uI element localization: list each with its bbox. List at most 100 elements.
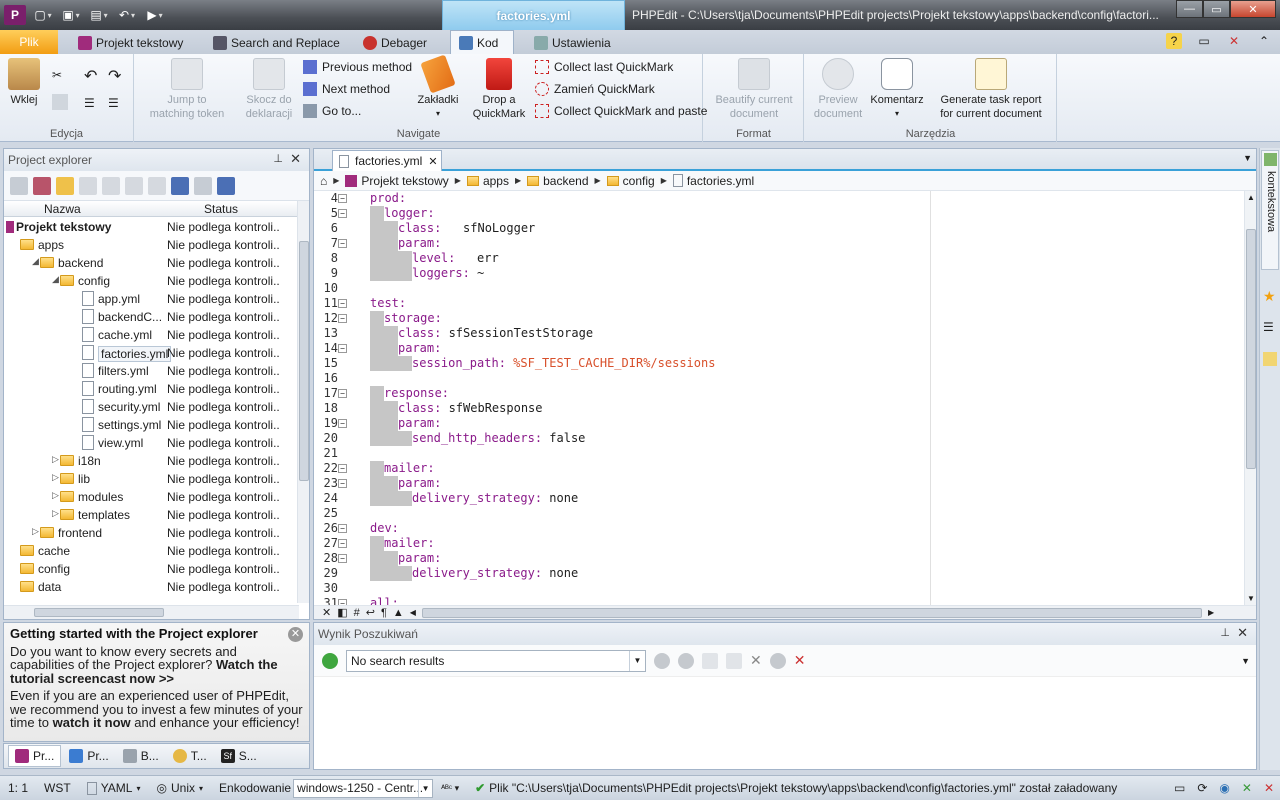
tab-search-replace[interactable]: Search and Replace — [205, 32, 348, 54]
breadcrumb-separator-icon[interactable]: ▶ — [661, 176, 667, 185]
document-tab-factories[interactable]: factories.yml ✕ — [332, 150, 442, 171]
keyboard-icon[interactable]: ▭ — [1174, 781, 1185, 795]
collapse-ribbon-icon[interactable]: ⌃ — [1256, 33, 1272, 49]
paste-button[interactable]: Wklej — [6, 58, 42, 107]
read-only-icon[interactable]: ▲ — [393, 607, 404, 619]
close-tip-icon[interactable]: ✕ — [288, 627, 303, 642]
scroll-down-icon[interactable]: ▼ — [1247, 594, 1255, 603]
tab-debugger[interactable]: Debager — [355, 32, 435, 54]
tree-vertical-scrollbar[interactable] — [297, 201, 309, 603]
encoding-select[interactable]: windows-1250 - Centr... ▼ — [293, 778, 434, 798]
new-project-icon[interactable] — [10, 176, 28, 195]
column-status[interactable]: Status — [204, 202, 238, 216]
tree-row[interactable]: ▷ frontend Nie podlega kontroli... — [4, 524, 299, 542]
tab-project-2[interactable]: Pr... — [63, 745, 114, 767]
tab-project[interactable]: Projekt tekstowy — [70, 32, 191, 54]
properties-icon[interactable] — [79, 176, 97, 195]
breadcrumb-separator-icon[interactable]: ▶ — [595, 176, 601, 185]
run-icon[interactable]: ▶ ▾ — [144, 5, 166, 25]
tab-database[interactable]: B... — [117, 745, 165, 767]
tree-collapse-icon[interactable] — [726, 652, 742, 669]
tree-row[interactable]: config Nie podlega kontroli... — [4, 560, 299, 578]
pin-icon[interactable]: ⊥ — [273, 152, 283, 165]
word-wrap-icon[interactable]: ↩ — [366, 606, 375, 619]
tree-row[interactable]: factories.yml Nie podlega kontroli... — [4, 344, 299, 362]
collect-last-quickmark-button[interactable]: Collect last QuickMark — [535, 60, 673, 74]
save-icon[interactable]: ▤ ▾ — [88, 5, 110, 25]
minimize-button[interactable]: — — [1176, 0, 1203, 18]
layout-icon[interactable]: ▭ — [1196, 33, 1212, 49]
fold-toggle-icon[interactable]: − — [338, 209, 347, 218]
drop-quickmark-button[interactable]: Drop a QuickMark — [471, 58, 527, 121]
fold-toggle-icon[interactable]: − — [338, 389, 347, 398]
home-icon[interactable]: ⌂ — [320, 174, 327, 188]
tab-file[interactable]: Plik — [0, 30, 58, 54]
new-file-icon[interactable]: ▢ ▾ — [32, 5, 54, 25]
refresh-search-icon[interactable] — [322, 652, 338, 669]
tab-settings[interactable]: Ustawienia — [526, 32, 619, 54]
pin-icon[interactable]: ⊥ — [1220, 626, 1230, 639]
tree-hscroll-thumb[interactable] — [34, 608, 164, 617]
expand-toggle-icon[interactable]: ▷ — [32, 526, 39, 537]
tree-row[interactable]: routing.yml Nie podlega kontroli... — [4, 380, 299, 398]
expand-toggle-icon[interactable]: ▷ — [52, 490, 59, 501]
expand-toggle-icon[interactable]: ▷ — [52, 454, 59, 465]
scroll-right-icon[interactable]: ▶ — [1208, 608, 1214, 617]
fold-toggle-icon[interactable]: − — [338, 419, 347, 428]
sync-icon[interactable]: ⟳ — [1197, 781, 1207, 795]
tree-row[interactable]: ▷ modules Nie podlega kontroli... — [4, 488, 299, 506]
tree-row[interactable]: data Nie podlega kontroli... — [4, 578, 299, 596]
tree-row[interactable]: apps Nie podlega kontroli... — [4, 236, 299, 254]
fold-toggle-icon[interactable]: − — [338, 464, 347, 473]
search-options-icon[interactable]: ✕ — [794, 652, 806, 669]
fold-toggle-icon[interactable]: − — [338, 299, 347, 308]
fold-toggle-icon[interactable]: − — [338, 479, 347, 488]
app-logo-icon[interactable]: P — [4, 5, 26, 25]
tree-row[interactable]: view.yml Nie podlega kontroli... — [4, 434, 299, 452]
goto-button[interactable]: Go to... — [303, 104, 361, 118]
tree-horizontal-scrollbar[interactable] — [4, 605, 299, 619]
line-numbers-icon[interactable]: # — [354, 607, 360, 619]
fold-toggle-icon[interactable]: − — [338, 539, 347, 548]
save-all-icon[interactable] — [194, 176, 212, 195]
add-project-icon[interactable] — [33, 176, 51, 195]
chevron-down-icon[interactable]: ▼ — [629, 650, 645, 671]
outdent-icon[interactable]: ☰ — [84, 96, 100, 112]
jump-matching-token-button[interactable]: Jump to matching token — [139, 58, 235, 121]
fold-toggle-icon[interactable]: − — [338, 524, 347, 533]
task-report-button[interactable]: Generate task report for current documen… — [931, 58, 1051, 121]
editor-hscroll-thumb[interactable] — [421, 607, 1202, 618]
copy-icon[interactable] — [52, 94, 68, 110]
tab-project-explorer[interactable]: Pr... — [8, 745, 62, 767]
copy-project-icon[interactable] — [102, 176, 120, 195]
tree-row[interactable]: Projekt tekstowy Nie podlega kontroli... — [4, 218, 299, 236]
breadcrumb-config[interactable]: config — [606, 174, 655, 188]
tree-row[interactable]: app.yml Nie podlega kontroli... — [4, 290, 299, 308]
eol-selector[interactable]: ◎ Unix ▾ — [149, 781, 212, 795]
swap-quickmark-button[interactable]: Zamień QuickMark — [535, 82, 655, 96]
tree-row[interactable]: cache Nie podlega kontroli... — [4, 542, 299, 560]
close-button[interactable]: ✕ — [1230, 0, 1276, 18]
fold-toggle-icon[interactable]: − — [338, 239, 347, 248]
tab-templates[interactable]: T... — [167, 745, 213, 767]
clear-results-icon[interactable]: ✕ — [750, 652, 762, 669]
settings-status-icon[interactable]: ✕ — [1264, 781, 1274, 795]
expand-toggle-icon[interactable]: ◢ — [52, 274, 59, 285]
breadcrumb-file[interactable]: factories.yml — [672, 174, 754, 188]
expand-toggle-icon[interactable]: ▷ — [52, 472, 59, 483]
search-menu-icon[interactable]: ▼ — [1241, 656, 1250, 666]
tree-row[interactable]: settings.yml Nie podlega kontroli... — [4, 416, 299, 434]
tree-row[interactable]: ▷ templates Nie podlega kontroli... — [4, 506, 299, 524]
tab-symfony[interactable]: Sf S... — [215, 745, 263, 767]
undo-ribbon-icon[interactable]: ↶ — [84, 66, 100, 85]
tree-row[interactable]: ◢ config Nie podlega kontroli... — [4, 272, 299, 290]
tree-row[interactable]: security.yml Nie podlega kontroli... — [4, 398, 299, 416]
close-pane-icon[interactable]: ✕ — [1237, 625, 1248, 641]
watch-now-link[interactable]: watch it now — [53, 715, 131, 730]
column-name[interactable]: Nazwa — [44, 202, 81, 216]
go-to-declaration-button[interactable]: Skocz do deklaracji — [241, 58, 297, 121]
search-results-select[interactable]: No search results ▼ — [346, 649, 646, 672]
previous-method-button[interactable]: Previous method — [303, 60, 412, 74]
breadcrumb-project[interactable]: Projekt tekstowy — [345, 174, 449, 188]
language-selector[interactable]: YAML ▾ — [79, 781, 149, 795]
